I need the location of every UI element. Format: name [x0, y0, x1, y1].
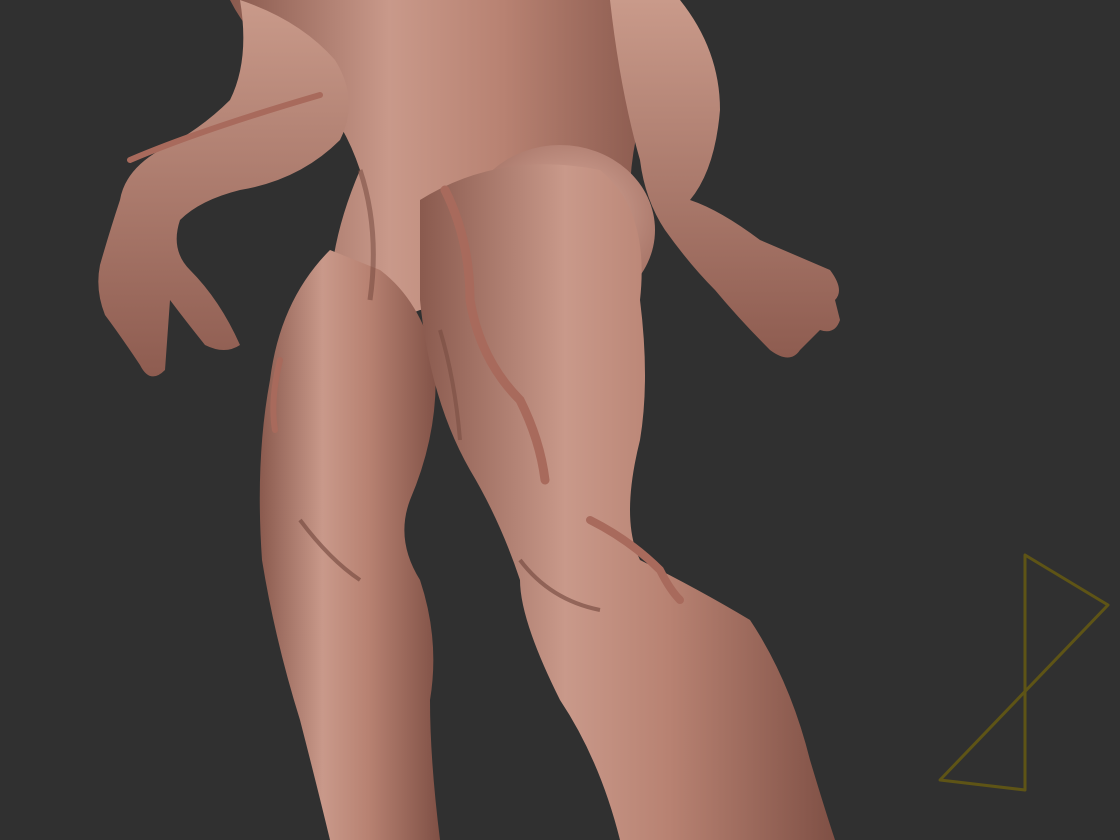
right-arm: [610, 0, 840, 358]
sculpt-viewport[interactable]: [0, 0, 1120, 840]
transform-gizmo-icon[interactable]: [930, 545, 1120, 800]
back-leg: [259, 250, 440, 840]
